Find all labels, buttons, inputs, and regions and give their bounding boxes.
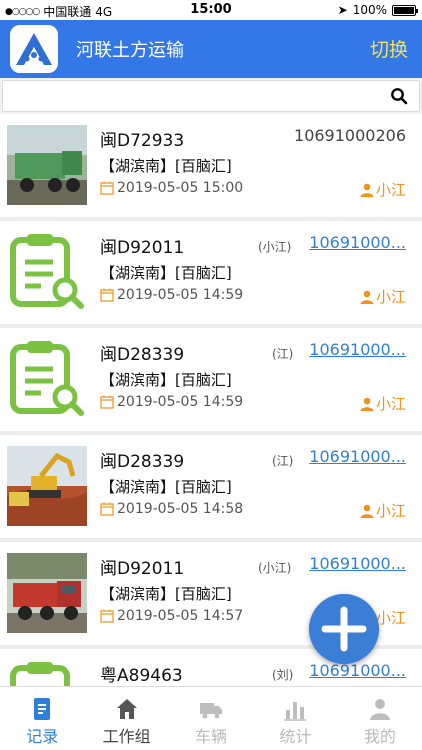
search-bar (0, 78, 422, 114)
plate-number: 闽D92011 (100, 238, 185, 258)
region-label: 【湖滨南】[百脑汇] (100, 371, 232, 389)
tab-label: 工作组 (102, 727, 151, 746)
battery-percent: 100% (352, 3, 387, 17)
tab-vehicles[interactable]: 车辆 (169, 687, 253, 750)
tab-records[interactable]: 记录 (0, 687, 84, 750)
driver-name[interactable]: 小江 (360, 393, 406, 414)
search-icon[interactable] (390, 87, 408, 105)
record-time: 2019-05-05 15:00 (100, 180, 243, 196)
truck-icon (200, 703, 223, 719)
contact-person: (小江) (258, 240, 292, 254)
location-arrow-icon: ➤ (337, 3, 348, 17)
driver-label: 小江 (375, 609, 406, 627)
phone-number: 10691000206 (294, 126, 406, 145)
tab-statistics[interactable]: 统计 (253, 687, 337, 750)
plate-number: 粤A89463 (100, 666, 183, 686)
tab-label: 记录 (26, 727, 59, 746)
phone-link[interactable]: 10691000... (309, 447, 406, 466)
phone-link[interactable]: 10691000... (309, 554, 406, 573)
plus-icon (321, 606, 367, 652)
tab-label: 统计 (279, 727, 312, 746)
plate-number: 闽D72933 (100, 131, 185, 151)
region-label: 【湖滨南】[百脑汇] (100, 478, 232, 496)
record-time: 2019-05-05 14:59 (100, 394, 243, 410)
excavator-photo[interactable] (7, 446, 87, 526)
person-icon (360, 397, 374, 411)
truck-photo[interactable] (7, 125, 87, 205)
battery-icon (392, 4, 418, 16)
record-item[interactable]: 闽D72933 【湖滨南】[百脑汇] 2019-05-05 15:00 1069… (0, 114, 422, 217)
calendar-icon (100, 502, 114, 516)
calendar-icon (100, 181, 114, 195)
record-datetime: 2019-05-05 14:59 (117, 394, 244, 410)
plate-number: 闽D28339 (100, 345, 185, 365)
calendar-icon (100, 395, 114, 409)
plate-number: 闽D28339 (100, 452, 185, 472)
app-title: 河联土方运输 (76, 40, 184, 61)
record-time: 2019-05-05 14:59 (100, 287, 243, 303)
app-header: 河联土方运输 切换 (0, 20, 422, 78)
driver-label: 小江 (375, 181, 406, 199)
driver-label: 小江 (375, 502, 406, 520)
plate-number: 闽D92011 (100, 559, 185, 579)
driver-name[interactable]: 小江 (360, 286, 406, 307)
truck-photo[interactable] (7, 553, 87, 633)
app-logo (10, 25, 58, 73)
contact-person: (江) (272, 347, 294, 361)
person-icon (360, 183, 374, 197)
region-label: 【湖滨南】[百脑汇] (100, 585, 232, 603)
contact-person: (刘) (272, 668, 294, 682)
region-label: 【湖滨南】[百脑汇] (100, 264, 232, 282)
switch-button[interactable]: 切换 (370, 35, 408, 62)
record-time: 2019-05-05 14:57 (100, 608, 243, 624)
record-item[interactable]: 闽D28339 【湖滨南】[百脑汇] 2019-05-05 14:58 (江) … (0, 435, 422, 538)
calendar-icon (100, 609, 114, 623)
record-datetime: 2019-05-05 14:59 (117, 287, 244, 303)
clipboard-icon[interactable] (7, 339, 87, 419)
calendar-icon (100, 288, 114, 302)
driver-label: 小江 (375, 395, 406, 413)
record-datetime: 2019-05-05 14:57 (117, 608, 244, 624)
clipboard-icon[interactable] (7, 232, 87, 312)
driver-name[interactable]: 小江 (360, 179, 406, 200)
bottom-tab-bar: 记录 工作组 车辆 统计 我的 (0, 686, 422, 750)
tab-mine[interactable]: 我的 (338, 687, 422, 750)
contact-person: (小江) (258, 561, 292, 575)
add-record-button[interactable] (309, 594, 379, 664)
tab-workgroup[interactable]: 工作组 (84, 687, 168, 750)
person-icon (360, 504, 374, 518)
chart-icon (284, 702, 307, 721)
record-item[interactable]: 闽D28339 【湖滨南】[百脑汇] 2019-05-05 14:59 (江) … (0, 328, 422, 431)
tab-label: 车辆 (195, 727, 228, 746)
user-icon (369, 699, 390, 720)
person-icon (360, 290, 374, 304)
status-bar: ●○○○○ 中国联通 4G 15:00 ➤ 100% (0, 0, 422, 20)
search-input[interactable] (2, 80, 420, 112)
driver-label: 小江 (375, 288, 406, 306)
record-icon (34, 698, 51, 720)
driver-name[interactable]: 小江 (360, 500, 406, 521)
tab-label: 我的 (363, 727, 396, 746)
phone-link[interactable]: 10691000... (309, 340, 406, 359)
region-label: 【湖滨南】[百脑汇] (100, 157, 232, 175)
phone-link[interactable]: 10691000... (309, 233, 406, 252)
clipboard-icon[interactable] (7, 660, 87, 686)
record-datetime: 2019-05-05 15:00 (117, 180, 244, 196)
record-datetime: 2019-05-05 14:58 (117, 501, 244, 517)
contact-person: (江) (272, 454, 294, 468)
home-icon (116, 699, 137, 719)
record-item[interactable]: 闽D92011 【湖滨南】[百脑汇] 2019-05-05 14:59 (小江)… (0, 221, 422, 324)
record-time: 2019-05-05 14:58 (100, 501, 243, 517)
